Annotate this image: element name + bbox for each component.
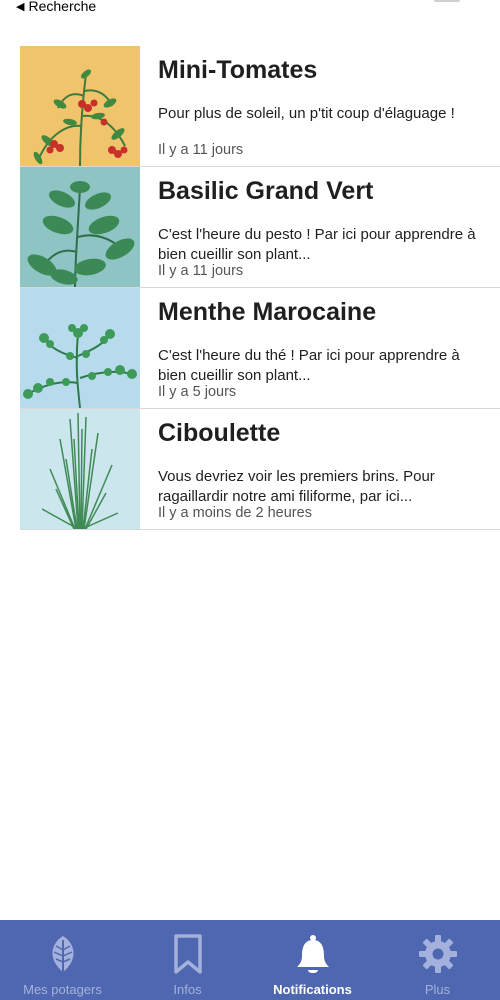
tab-label: Mes potagers [23,982,102,997]
tab-label: Plus [424,982,451,997]
notification-list: Mini-Tomates Pour plus de soleil, un p't… [20,46,500,530]
basil-plant-image [20,167,140,287]
tab-plus[interactable]: Plus [375,920,500,1000]
chives-plant-image [20,409,140,529]
notification-message: Vous devriez voir les premiers brins. Po… [158,468,435,505]
tab-infos[interactable]: Infos [125,920,250,1000]
status-bar: ◀ Recherche [0,0,500,18]
notification-item-mini-tomates[interactable]: Mini-Tomates Pour plus de soleil, un p't… [20,46,500,167]
notification-time: Il y a 11 jours [158,142,244,158]
notification-message: C'est l'heure du pesto ! Par ici pour ap… [158,226,476,263]
notification-title: Mini-Tomates [158,56,318,84]
back-to-search-link[interactable]: ◀ Recherche [16,0,96,14]
notification-item-basilic[interactable]: Basilic Grand Vert C'est l'heure du pest… [20,167,500,288]
notification-title: Ciboulette [158,419,281,447]
leaf-icon [46,934,80,979]
notification-item-menthe[interactable]: Menthe Marocaine C'est l'heure du thé ! … [20,288,500,409]
mint-plant-image [20,288,140,408]
bell-icon [295,934,331,981]
notification-title: Menthe Marocaine [158,298,377,326]
back-arrow-icon: ◀ [16,0,25,13]
tab-mes-potagers[interactable]: Mes potagers [0,920,125,1000]
tab-notifications[interactable]: Notifications [250,920,375,1000]
notification-message: C'est l'heure du thé ! Par ici pour appr… [158,347,460,384]
notification-time: Il y a 5 jours [158,384,237,400]
bookmark-icon [173,934,203,979]
notification-title: Basilic Grand Vert [158,177,374,205]
notification-message: Pour plus de soleil, un p'tit coup d'éla… [158,105,455,122]
gear-icon [418,934,458,979]
tab-bar: Mes potagers Infos Notifications Plus [0,920,500,1000]
notification-time: Il y a 11 jours [158,263,244,279]
tomato-plant-image [20,46,140,166]
notification-item-ciboulette[interactable]: Ciboulette Vous devriez voir les premier… [20,409,500,530]
status-indicator [434,0,460,2]
back-label: Recherche [28,0,97,14]
tab-label: Notifications [273,982,352,997]
tab-label: Infos [173,982,202,997]
notification-time: Il y a moins de 2 heures [158,505,312,521]
